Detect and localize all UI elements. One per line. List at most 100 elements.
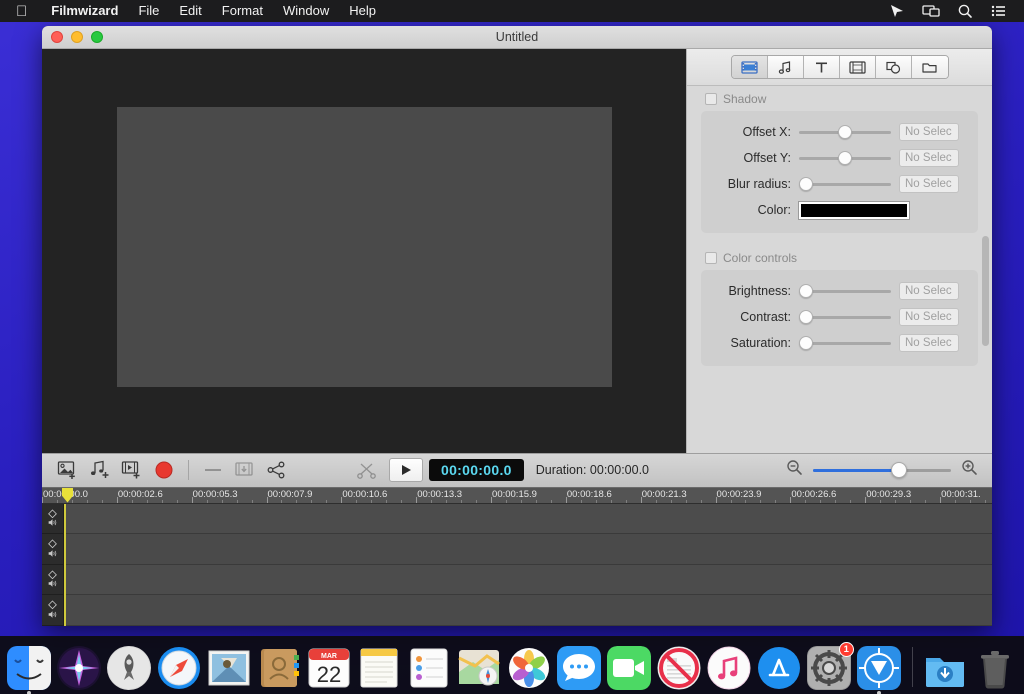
dock-item-photos[interactable] (507, 644, 552, 690)
siri-icon[interactable] (56, 646, 101, 690)
dock-item-safari[interactable] (156, 644, 201, 690)
inspector-content[interactable]: Shadow Offset X: No Selec Offset Y: No S… (687, 86, 992, 453)
split-button[interactable] (351, 457, 383, 483)
facetime-icon[interactable] (607, 646, 652, 690)
offset-y-field[interactable]: No Selec (899, 149, 959, 167)
minimize-button[interactable] (71, 31, 83, 43)
safari-icon[interactable] (157, 646, 201, 690)
offset-x-field[interactable]: No Selec (899, 123, 959, 141)
zoom-button[interactable] (91, 31, 103, 43)
apple-menu-icon[interactable]:  (16, 4, 27, 19)
slider-thumb[interactable] (799, 310, 813, 324)
add-video-button[interactable] (116, 457, 148, 483)
blur-radius-field[interactable]: No Selec (899, 175, 959, 193)
track-header[interactable] (42, 595, 63, 626)
track-lane[interactable] (66, 564, 992, 596)
track-lane[interactable] (66, 534, 992, 565)
clip-tab[interactable] (839, 56, 876, 78)
dock-item-facetime[interactable] (607, 644, 652, 690)
menu-item-file[interactable]: File (128, 0, 169, 22)
share-button[interactable] (261, 457, 293, 483)
offset-x-slider[interactable] (799, 125, 891, 139)
search-icon[interactable] (956, 3, 974, 19)
dock-item-trash[interactable] (973, 644, 1018, 690)
saturation-slider[interactable] (799, 336, 891, 350)
dock-item-reminders[interactable] (406, 644, 451, 690)
track-lane[interactable] (66, 595, 992, 626)
downloads-folder-icon[interactable] (923, 646, 967, 690)
dock-item-news[interactable] (657, 644, 702, 690)
menu-item-edit[interactable]: Edit (169, 0, 211, 22)
menu-item-help[interactable]: Help (339, 0, 386, 22)
slider-thumb[interactable] (799, 336, 813, 350)
zoom-slider[interactable] (813, 462, 951, 478)
menu-item-filmwizard[interactable]: Filmwizard (41, 0, 128, 22)
text-tab[interactable] (803, 56, 840, 78)
video-preview-pane[interactable] (42, 49, 686, 453)
slider-thumb[interactable] (837, 125, 852, 139)
app-store-icon[interactable] (757, 646, 801, 690)
record-button[interactable] (148, 457, 180, 483)
window-titlebar[interactable]: Untitled (42, 26, 992, 49)
notes-icon[interactable] (357, 646, 401, 690)
close-button[interactable] (51, 31, 63, 43)
slider-thumb[interactable] (799, 177, 813, 191)
dock-item-contacts[interactable] (256, 644, 301, 690)
timecode-display[interactable]: 00:00:00.0 (429, 459, 524, 481)
track-lane[interactable] (66, 503, 992, 535)
diamond-keyframe-icon[interactable] (45, 600, 60, 610)
messages-icon[interactable] (557, 646, 602, 690)
shadow-color-swatch[interactable] (798, 200, 910, 220)
shapes-tab[interactable] (875, 56, 912, 78)
dock-item-launchpad[interactable] (106, 644, 151, 690)
dock-item-notes[interactable] (356, 644, 401, 690)
track-lane-column[interactable] (64, 503, 992, 626)
diamond-keyframe-icon[interactable] (45, 508, 60, 519)
dock-item-filmwizard[interactable] (857, 644, 902, 694)
finder-icon[interactable] (6, 646, 51, 690)
speaker-icon[interactable] (45, 610, 60, 619)
maps-icon[interactable] (457, 646, 501, 690)
media-tab[interactable] (911, 56, 948, 78)
menu-item-window[interactable]: Window (273, 0, 339, 22)
zoom-out-icon[interactable] (786, 459, 803, 481)
zoom-slider-thumb[interactable] (890, 462, 907, 478)
dock-item-maps[interactable] (456, 644, 501, 690)
contrast-slider[interactable] (799, 310, 891, 324)
photos-icon[interactable] (507, 646, 551, 690)
export-button[interactable] (229, 457, 261, 483)
dock-item-siri[interactable] (56, 644, 101, 690)
dock-item-mail[interactable] (206, 644, 251, 690)
pointer-icon[interactable] (888, 3, 906, 19)
video-tab[interactable] (731, 56, 768, 78)
divider-button[interactable] (197, 457, 229, 483)
screen-mirroring-icon[interactable] (922, 3, 940, 19)
dock-item-finder[interactable] (6, 644, 51, 694)
menu-item-format[interactable]: Format (212, 0, 273, 22)
color-controls-checkbox[interactable] (705, 252, 717, 264)
diamond-keyframe-icon[interactable] (45, 539, 60, 549)
filmwizard-icon[interactable] (857, 646, 902, 690)
calendar-icon[interactable]: MAR 22 (307, 646, 351, 690)
dock-item-messages[interactable] (557, 644, 602, 690)
track-header[interactable] (42, 534, 63, 565)
play-button[interactable] (389, 458, 423, 482)
launchpad-icon[interactable] (106, 646, 151, 690)
offset-y-slider[interactable] (799, 151, 891, 165)
itunes-icon[interactable] (707, 646, 751, 690)
slider-thumb[interactable] (799, 284, 813, 298)
mail-icon[interactable] (207, 646, 251, 690)
dock-item-system-preferences[interactable]: 1 (807, 642, 854, 690)
trash-icon[interactable] (973, 646, 1017, 690)
speaker-icon[interactable] (45, 549, 60, 558)
track-header[interactable] (42, 565, 63, 596)
diamond-keyframe-icon[interactable] (45, 570, 60, 580)
speaker-icon[interactable] (45, 518, 60, 527)
news-icon[interactable] (657, 646, 701, 690)
dock-item-downloads[interactable] (923, 644, 968, 690)
dock-item-calendar[interactable]: MAR 22 (306, 644, 351, 690)
video-preview-canvas[interactable] (116, 106, 612, 387)
slider-thumb[interactable] (837, 151, 852, 165)
contrast-field[interactable]: No Selec (899, 308, 959, 326)
track-header[interactable] (42, 504, 63, 535)
